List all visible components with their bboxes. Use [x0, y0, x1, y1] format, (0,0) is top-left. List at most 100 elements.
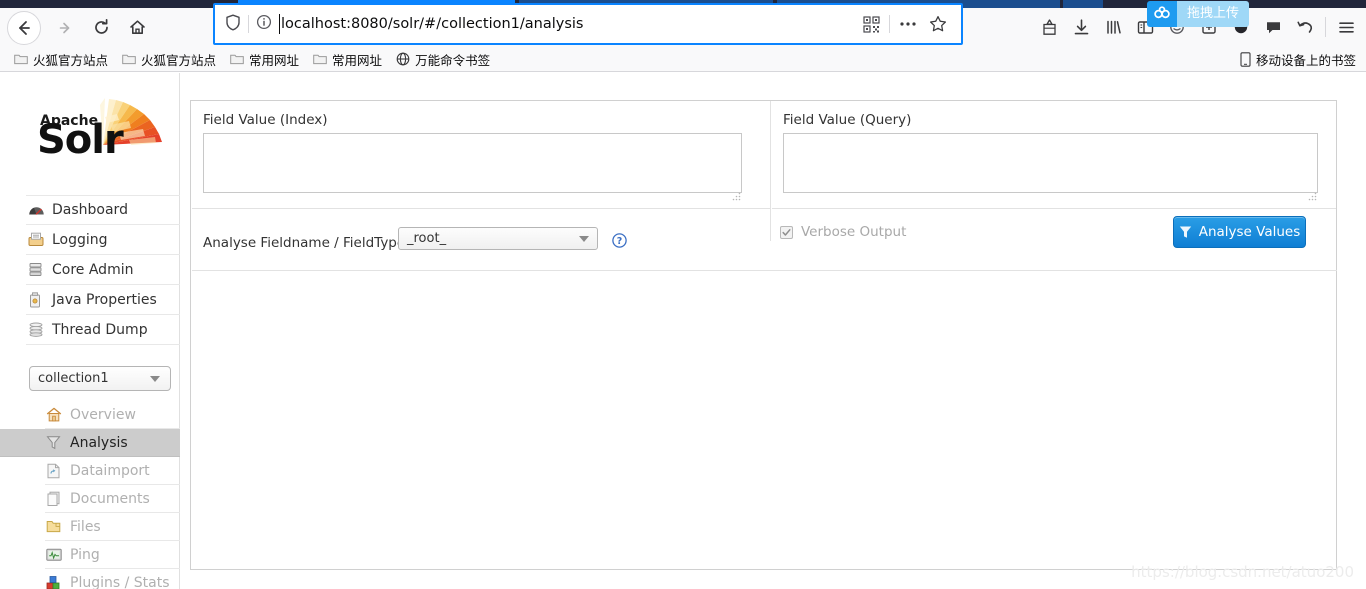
forward-button[interactable]: [47, 10, 83, 46]
sidebar-item-label: Ping: [70, 546, 100, 563]
bookmark-item[interactable]: 火狐官方站点: [8, 48, 114, 71]
sidebar-item-plugins-stats[interactable]: Plugins / Stats: [45, 569, 180, 589]
plugins-blocks-icon: [46, 575, 68, 589]
section-divider: [192, 270, 1337, 271]
shield-icon[interactable]: [225, 14, 241, 35]
back-arrow-icon: [19, 20, 30, 35]
more-actions-icon[interactable]: [893, 9, 923, 39]
page-info-icon[interactable]: [256, 14, 272, 34]
cloud-upload-icon: [1147, 1, 1177, 27]
urlbar-divider: [248, 15, 249, 33]
app-menu-icon[interactable]: [1330, 11, 1362, 43]
field-value-index-label: Field Value (Index): [203, 112, 328, 128]
url-bar[interactable]: localhost:8080/solr/#/collection1/analys…: [213, 3, 963, 45]
sidebar-item-thread-dump[interactable]: Thread Dump: [26, 315, 180, 345]
sidebar-item-logging[interactable]: Logging: [26, 225, 180, 255]
help-question-icon[interactable]: ?: [612, 233, 627, 252]
field-value-query-input[interactable]: [783, 133, 1318, 193]
sidebar-item-label: Files: [70, 518, 101, 535]
folder-icon: [14, 53, 28, 65]
sidebar-item-ping[interactable]: Ping: [45, 541, 180, 569]
undo-close-tab-icon[interactable]: [1289, 11, 1321, 43]
bookmark-item[interactable]: 常用网址: [224, 48, 305, 71]
sidebar-item-java-properties[interactable]: Java Properties: [26, 285, 180, 315]
mobile-bookmarks-item[interactable]: 移动设备上的书签: [1240, 50, 1356, 69]
analyse-values-button[interactable]: Analyse Values: [1173, 216, 1306, 248]
navigation-buttons: [0, 8, 155, 47]
home-icon: [129, 20, 145, 34]
fieldtype-select[interactable]: _root_: [398, 227, 598, 250]
browser-chrome: localhost:8080/solr/#/collection1/analys…: [0, 0, 1366, 47]
folder-icon: [230, 53, 244, 65]
bookmark-item[interactable]: 常用网址: [307, 48, 388, 71]
reload-icon: [94, 18, 108, 34]
bookmark-label: 万能命令书签: [415, 52, 491, 68]
qr-code-icon[interactable]: [856, 9, 886, 39]
sidebar-item-label: Dashboard: [52, 202, 128, 218]
sidebar-item-overview[interactable]: Overview: [45, 401, 180, 429]
checkmark-icon: [782, 228, 791, 236]
analysis-controls-left: Analyse Fieldname / FieldType: _root_ ?: [191, 209, 771, 271]
sidebar: Apache Solr Dashboard Logging Core Admin…: [0, 73, 180, 589]
sidebar-item-label: Analysis: [70, 434, 128, 451]
bookmark-label: 常用网址: [249, 52, 300, 68]
fieldtype-select-value: _root_: [407, 231, 447, 246]
analyse-fieldname-label: Analyse Fieldname / FieldType:: [203, 235, 410, 251]
sidebar-item-label: Logging: [52, 231, 108, 248]
overview-house-icon: [46, 407, 68, 422]
mobile-bookmarks-label: 移动设备上的书签: [1255, 52, 1356, 68]
drag-upload-label: 拖拽上传: [1177, 1, 1250, 27]
documents-icon: [46, 491, 68, 507]
chevron-down-icon: [150, 375, 160, 382]
watermark: https://blog.csdn.net/atuo200: [1131, 563, 1354, 581]
sidebar-item-label: Plugins / Stats: [70, 574, 170, 589]
core-navigation: Overview Analysis Dataimport Documents F…: [0, 401, 180, 589]
sidebar-item-documents[interactable]: Documents: [45, 485, 180, 513]
field-value-query-label: Field Value (Query): [783, 112, 912, 128]
bookmark-label: 火狐官方站点: [141, 52, 217, 68]
verbose-output-row[interactable]: Verbose Output: [780, 224, 906, 240]
sidebar-item-analysis[interactable]: Analysis: [0, 429, 180, 457]
forward-arrow-icon: [59, 22, 70, 33]
ping-monitor-icon: [46, 548, 68, 562]
verbose-output-label: Verbose Output: [801, 224, 907, 240]
drag-upload-badge[interactable]: 拖拽上传: [1147, 1, 1250, 27]
reload-button[interactable]: [83, 10, 119, 46]
verbose-output-checkbox[interactable]: [780, 225, 793, 239]
sidebar-item-label: Dataimport: [70, 462, 150, 479]
collection-selector-value: collection1: [38, 371, 109, 386]
back-button[interactable]: [7, 10, 41, 45]
tab-segment[interactable]: [1063, 0, 1103, 8]
bookmark-item[interactable]: 火狐官方站点: [116, 48, 222, 71]
library-icon[interactable]: [1097, 11, 1129, 43]
downloads-icon[interactable]: [1065, 11, 1097, 43]
core-admin-stack-icon: [28, 262, 50, 277]
collection-selector[interactable]: collection1: [29, 366, 171, 391]
main-content: Field Value (Index) Field Value (Query): [180, 73, 1366, 589]
java-properties-icon: [28, 291, 50, 308]
url-text[interactable]: localhost:8080/solr/#/collection1/analys…: [279, 14, 856, 34]
analysis-controls-right: Verbose Output Analyse Values: [771, 209, 1337, 271]
sidebar-item-dataimport[interactable]: Dataimport: [45, 457, 180, 485]
main-navigation: Dashboard Logging Core Admin Java Proper…: [26, 195, 180, 345]
sidebar-item-label: Overview: [70, 406, 136, 423]
sidebar-item-files[interactable]: Files: [45, 513, 180, 541]
dataimport-icon: [46, 463, 68, 479]
folder-icon: [122, 53, 136, 65]
sidebar-item-core-admin[interactable]: Core Admin: [26, 255, 180, 285]
bookmark-item[interactable]: 万能命令书签: [390, 48, 496, 71]
bookmarks-bar: 火狐官方站点 火狐官方站点 常用网址 常用网址 万能命令书签 移动设备上的书签: [0, 47, 1366, 72]
sidebar-item-label: Thread Dump: [52, 321, 148, 338]
home-button[interactable]: [119, 10, 155, 46]
analysis-funnel-icon: [46, 435, 68, 450]
field-value-index-input[interactable]: [203, 133, 742, 193]
bookmark-star-icon[interactable]: [923, 9, 953, 39]
sidebar-item-dashboard[interactable]: Dashboard: [26, 195, 180, 225]
extension-chat-icon[interactable]: [1257, 11, 1289, 43]
bookmark-label: 火狐官方站点: [33, 52, 109, 68]
pocket-save-icon[interactable]: [1033, 11, 1065, 43]
mobile-device-icon: [1240, 51, 1251, 67]
solr-logo[interactable]: Apache Solr: [37, 93, 172, 161]
logging-tray-icon: [28, 232, 50, 247]
urlbar-icons-divider: [889, 15, 890, 33]
